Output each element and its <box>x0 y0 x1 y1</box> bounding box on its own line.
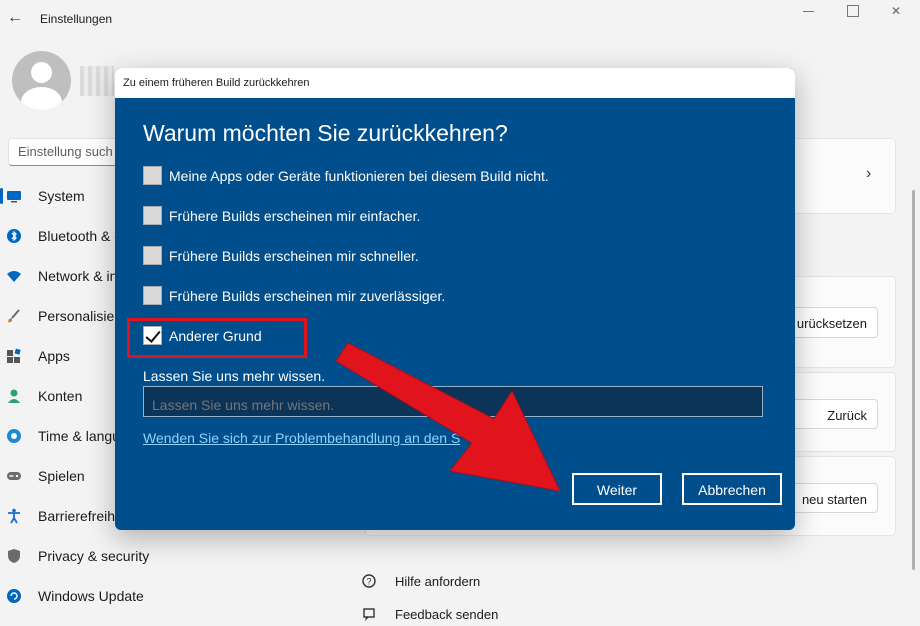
reason-checkbox-faster[interactable]: Frühere Builds erscheinen mir schneller. <box>143 244 763 268</box>
dialog-title: Zu einem früheren Build zurückkehren <box>123 77 310 89</box>
reason-checkbox-reliable[interactable]: Frühere Builds erscheinen mir zuverlässi… <box>143 284 763 308</box>
svg-text:?: ? <box>366 577 371 587</box>
blurred-user-name <box>80 66 114 96</box>
feedback-icon <box>363 608 375 621</box>
close-icon[interactable]: ✕ <box>886 4 906 20</box>
app-title: Einstellungen <box>40 12 113 26</box>
wifi-icon <box>7 271 21 282</box>
next-button[interactable]: Weiter <box>572 473 662 505</box>
checkbox-label: Frühere Builds erscheinen mir zuverlässi… <box>169 288 446 304</box>
sidebar-item-label: Network & in <box>38 268 118 284</box>
sidebar-item-label: Personalisier <box>38 308 119 324</box>
checkbox[interactable] <box>143 246 162 265</box>
sidebar-item-label: Windows Update <box>38 588 144 604</box>
sidebar-item-label: Konten <box>38 388 83 404</box>
checkbox[interactable] <box>143 286 162 305</box>
sidebar-item-windows-update[interactable]: Windows Update <box>0 578 360 614</box>
back-arrow-icon[interactable]: ← <box>6 9 24 27</box>
bluetooth-icon <box>7 229 21 243</box>
highlight-frame <box>127 318 307 358</box>
help-link[interactable]: Hilfe anfordern <box>395 574 480 589</box>
brush-icon <box>8 309 20 323</box>
sidebar-item-label: Time & langu <box>38 428 120 444</box>
account-icon <box>8 389 20 403</box>
checkbox-label: Frühere Builds erscheinen mir schneller. <box>169 248 419 264</box>
scrollbar[interactable] <box>912 190 915 570</box>
cancel-button[interactable]: Abbrechen <box>682 473 782 505</box>
apps-icon <box>7 348 21 363</box>
title-bar: ← Einstellungen ✕ <box>0 0 920 38</box>
accessibility-icon <box>8 508 20 524</box>
avatar[interactable] <box>12 51 71 110</box>
reason-checkbox-easier[interactable]: Frühere Builds erscheinen mir einfacher. <box>143 204 763 228</box>
maximize-icon[interactable] <box>843 4 863 20</box>
dialog-heading: Warum möchten Sie zurückkehren? <box>143 120 508 146</box>
monitor-icon <box>7 191 21 203</box>
chevron-right-icon[interactable]: › <box>866 165 871 183</box>
checkbox-label: Meine Apps oder Geräte funktionieren bei… <box>169 168 549 184</box>
annotation-arrow-icon <box>335 342 561 492</box>
help-icon: ? <box>362 574 376 588</box>
sidebar-item-label: Spielen <box>38 468 85 484</box>
gamepad-icon <box>7 472 21 480</box>
minimize-icon[interactable] <box>799 4 819 20</box>
search-input[interactable]: Einstellung such <box>8 138 128 166</box>
reason-checkbox-apps[interactable]: Meine Apps oder Geräte funktionieren bei… <box>143 164 763 188</box>
sidebar-item-privacy[interactable]: Privacy & security <box>0 538 360 574</box>
more-info-label: Lassen Sie uns mehr wissen. <box>143 368 326 384</box>
checkbox[interactable] <box>143 166 162 185</box>
sidebar-item-label: Apps <box>38 348 70 364</box>
sidebar-item-label: Bluetooth & g <box>38 228 123 244</box>
sidebar-item-label: Privacy & security <box>38 548 150 564</box>
sidebar-item-label: System <box>38 188 85 204</box>
dialog-title-bar: Zu einem früheren Build zurückkehren <box>115 68 795 98</box>
shield-icon <box>8 549 20 563</box>
sidebar-item-label: Barrierefreih <box>38 508 116 524</box>
checkbox-label: Frühere Builds erscheinen mir einfacher. <box>169 208 421 224</box>
feedback-link[interactable]: Feedback senden <box>395 607 498 622</box>
globe-icon <box>7 429 21 443</box>
update-icon <box>7 589 21 603</box>
checkbox[interactable] <box>143 206 162 225</box>
